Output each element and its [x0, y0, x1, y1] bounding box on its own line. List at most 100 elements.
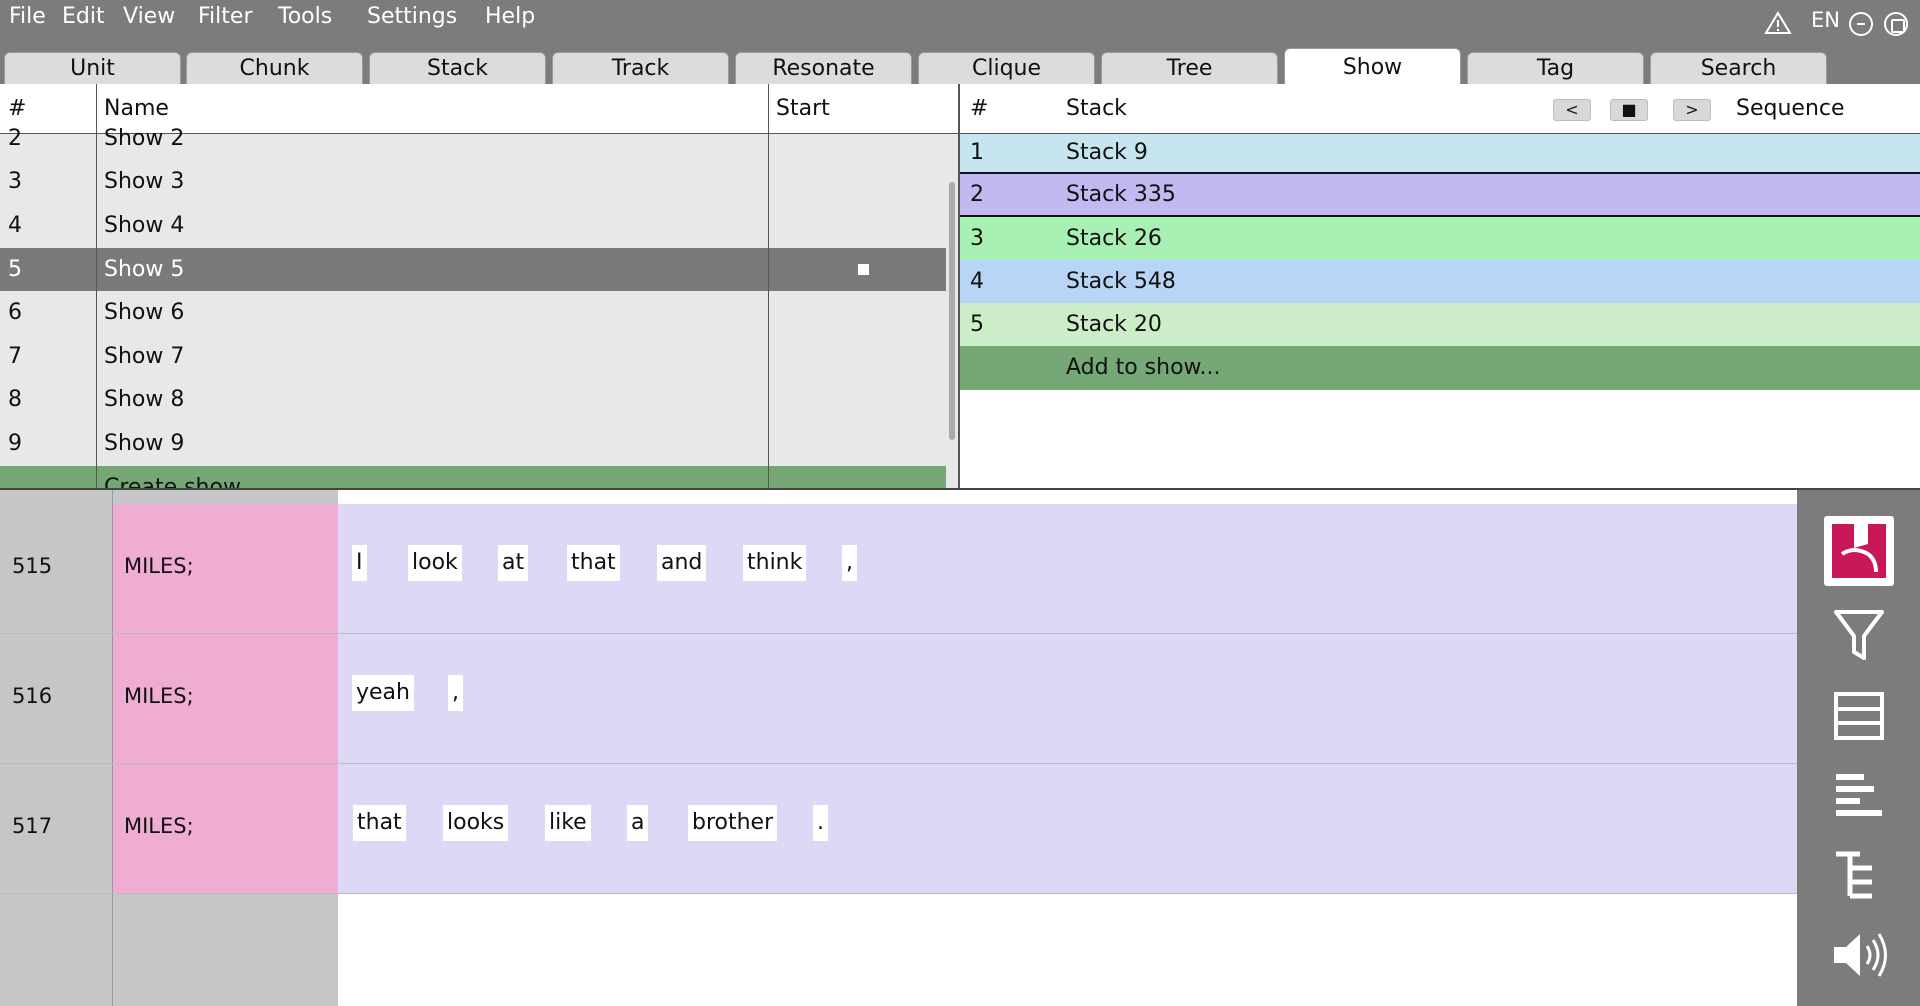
show-name: Show 5 [104, 257, 185, 282]
transcript-line: 515 MILES; I look at that and think , [0, 504, 1797, 634]
show-num: 4 [8, 213, 22, 238]
transcript-line: 516 MILES; yeah , [0, 634, 1797, 764]
word-token[interactable]: look [408, 545, 462, 581]
menu-view[interactable]: View [123, 4, 175, 29]
speaker-cell[interactable]: MILES; [113, 634, 338, 764]
tab-stack[interactable]: Stack [369, 52, 546, 84]
stack-name: Stack 548 [1066, 269, 1176, 294]
header-num: # [970, 96, 989, 121]
show-name: Show 7 [104, 344, 185, 369]
show-num: 6 [8, 300, 22, 325]
show-name: Show 8 [104, 387, 185, 412]
start-marker-icon[interactable] [858, 264, 869, 275]
show-name: Show 6 [104, 300, 185, 325]
menu-bar: File Edit View Filter Tools Settings Hel… [0, 0, 1920, 44]
stack-row[interactable]: 2 Stack 335 [960, 174, 1920, 217]
show-row[interactable]: 7 Show 7 [0, 335, 948, 378]
header-stack[interactable]: Stack [1066, 84, 1127, 134]
word-token[interactable]: a [627, 805, 649, 841]
speaker-name: MILES; [124, 554, 194, 578]
stack-num: 4 [970, 269, 984, 294]
shows-scrollbar[interactable] [946, 134, 958, 488]
line-number: 516 [12, 684, 53, 708]
line-number: 515 [12, 554, 53, 578]
tab-tag[interactable]: Tag [1467, 52, 1644, 84]
speaker-cell[interactable]: MILES; [113, 504, 338, 634]
menu-settings[interactable]: Settings [367, 4, 457, 29]
word-token[interactable]: think [743, 545, 807, 581]
show-row-selected[interactable]: 5 Show 5 [0, 248, 948, 291]
maximize-icon[interactable] [1884, 12, 1908, 36]
show-row[interactable]: 6 Show 6 [0, 291, 948, 334]
word-token[interactable]: , [842, 545, 857, 581]
show-row[interactable]: 2 Show 2 [0, 117, 948, 160]
stack-row[interactable]: 4 Stack 548 [960, 260, 1920, 303]
stack-name: Stack 20 [1066, 312, 1162, 337]
speaker-cell[interactable]: MILES; [113, 764, 338, 894]
create-show-label: Create show... [104, 475, 260, 488]
create-show-row[interactable]: Create show... [0, 466, 948, 488]
word-token[interactable]: at [498, 545, 529, 581]
show-row[interactable]: 8 Show 8 [0, 378, 948, 421]
tree-icon[interactable] [1824, 840, 1894, 910]
column-divider [96, 84, 97, 488]
show-row[interactable]: 3 Show 3 [0, 160, 948, 203]
rows-icon[interactable] [1824, 680, 1894, 750]
show-num: 3 [8, 169, 22, 194]
word-token[interactable]: and [657, 545, 707, 581]
stack-row[interactable]: 3 Stack 26 [960, 217, 1920, 260]
minimize-icon[interactable] [1849, 12, 1873, 36]
filter-icon[interactable] [1824, 600, 1894, 670]
line-number: 517 [12, 814, 53, 838]
tab-show[interactable]: Show [1284, 48, 1461, 84]
menu-filter[interactable]: Filter [198, 4, 252, 29]
shows-panel: # Name Start 2 Show 2 3 Show 3 4 Show 4 … [0, 84, 958, 488]
word-token[interactable]: , [448, 675, 463, 711]
tab-clique[interactable]: Clique [918, 52, 1095, 84]
align-left-icon[interactable] [1824, 760, 1894, 830]
language-indicator[interactable]: EN [1811, 8, 1840, 32]
tab-search[interactable]: Search [1650, 52, 1827, 84]
speaker-icon[interactable] [1824, 920, 1894, 990]
show-num: 7 [8, 344, 22, 369]
word-token[interactable]: I [352, 545, 367, 581]
stack-name: Stack 9 [1066, 140, 1148, 165]
stack-num: 5 [970, 312, 984, 337]
transcript-view: 515 MILES; I look at that and think , 51… [0, 490, 1797, 1006]
menu-tools[interactable]: Tools [278, 4, 332, 29]
word-token[interactable]: looks [443, 805, 509, 841]
tab-resonate[interactable]: Resonate [735, 52, 912, 84]
word-token[interactable]: like [545, 805, 591, 841]
scrollbar-thumb[interactable] [949, 182, 955, 440]
stack-row[interactable]: 5 Stack 20 [960, 303, 1920, 346]
stack-row[interactable]: 1 Stack 9 [960, 134, 1920, 174]
warning-icon[interactable] [1764, 11, 1792, 35]
word-token[interactable]: that [353, 805, 406, 841]
show-row[interactable]: 4 Show 4 [0, 204, 948, 247]
stacks-panel: # Stack < ■ > Sequence 1 Stack 9 2 Stack… [958, 84, 1920, 488]
show-name: Show 3 [104, 169, 185, 194]
show-row[interactable]: 9 Show 9 [0, 422, 948, 465]
stack-num: 1 [970, 140, 984, 165]
stop-button[interactable]: ■ [1610, 99, 1648, 121]
word-token[interactable]: that [567, 545, 620, 581]
header-sequence[interactable]: Sequence [1736, 84, 1845, 134]
speaker-name: MILES; [124, 684, 194, 708]
prev-button[interactable]: < [1553, 99, 1591, 121]
word-token[interactable]: yeah [352, 675, 414, 711]
tab-track[interactable]: Track [552, 52, 729, 84]
tab-unit[interactable]: Unit [4, 52, 181, 84]
stack-num: 3 [970, 226, 984, 251]
transcript-line: 517 MILES; that looks like a brother . [0, 764, 1797, 894]
word-token[interactable]: . [813, 805, 828, 841]
logo-icon[interactable] [1824, 516, 1894, 586]
tab-tree[interactable]: Tree [1101, 52, 1278, 84]
menu-edit[interactable]: Edit [62, 4, 105, 29]
tab-chunk[interactable]: Chunk [186, 52, 363, 84]
show-num: 2 [8, 126, 22, 151]
menu-help[interactable]: Help [485, 4, 535, 29]
word-token[interactable]: brother [688, 805, 778, 841]
add-to-show-row[interactable]: Add to show... [960, 346, 1920, 390]
menu-file[interactable]: File [9, 4, 46, 29]
next-button[interactable]: > [1673, 99, 1711, 121]
